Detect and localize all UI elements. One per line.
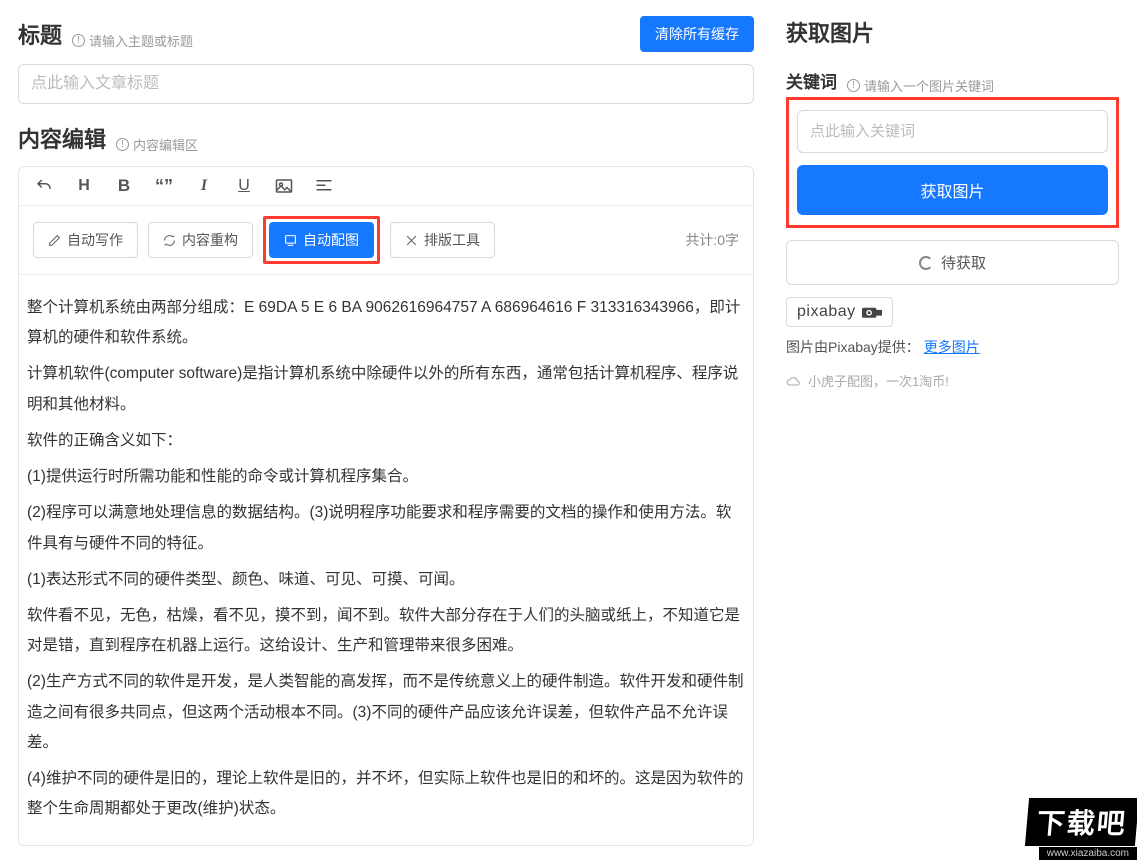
layout-tool-button[interactable]: 排版工具: [390, 222, 495, 258]
keyword-input[interactable]: [797, 110, 1108, 153]
content-paragraph: 软件的正确含义如下：: [27, 426, 745, 456]
restructure-button[interactable]: 内容重构: [148, 222, 253, 258]
editor-wrapper: H B “” I U 自动写作: [18, 166, 754, 846]
content-paragraph: (1)表达形式不同的硬件类型、颜色、味道、可见、可摸、可闻。: [27, 565, 745, 595]
italic-icon[interactable]: I: [195, 177, 213, 195]
info-icon: !: [116, 138, 129, 151]
content-paragraph: 软件看不见，无色，枯燥，看不见，摸不到，闻不到。软件大部分存在于人们的头脑或纸上…: [27, 601, 745, 661]
undo-icon[interactable]: [35, 177, 53, 195]
info-icon: !: [847, 79, 860, 92]
image-sync-icon: [284, 234, 297, 247]
pending-status: 待获取: [786, 240, 1119, 285]
info-icon: !: [72, 34, 85, 47]
heading-icon[interactable]: H: [75, 177, 93, 195]
refresh-icon: [163, 234, 176, 247]
pixabay-badge: pixabay: [786, 297, 893, 327]
left-panel: 标题 ! 请输入主题或标题 清除所有缓存 内容编辑 ! 内容编辑区 H: [0, 0, 770, 860]
content-paragraph: (2)程序可以满意地处理信息的数据结构。(3)说明程序功能要求和程序需要的文档的…: [27, 498, 745, 558]
content-paragraph: (2)生产方式不同的软件是开发，是人类智能的高发挥，而不是传统意义上的硬件制造。…: [27, 667, 745, 758]
fetch-image-title: 获取图片: [786, 16, 1119, 48]
content-paragraph: (1)提供运行时所需功能和性能的命令或计算机程序集合。: [27, 462, 745, 492]
keyword-highlight-box: 获取图片: [786, 97, 1119, 228]
more-images-link[interactable]: 更多图片: [924, 339, 980, 355]
align-left-icon[interactable]: [315, 177, 333, 195]
auto-write-button[interactable]: 自动写作: [33, 222, 138, 258]
action-toolbar: 自动写作 内容重构 自动配图 排版工具: [19, 206, 753, 275]
cloud-icon: [786, 375, 802, 387]
content-label: 内容编辑: [18, 122, 106, 154]
clear-cache-button[interactable]: 清除所有缓存: [640, 16, 754, 52]
provider-text: 图片由Pixabay提供： 更多图片: [786, 337, 1119, 357]
footer-note: 小虎子配图，一次1淘币!: [786, 371, 1119, 390]
content-paragraph: (4)维护不同的硬件是旧的，理论上软件是旧的，并不坏，但实际上软件也是旧的和坏的…: [27, 764, 745, 824]
auto-image-button[interactable]: 自动配图: [269, 222, 374, 258]
content-section-header: 内容编辑 ! 内容编辑区: [18, 122, 754, 154]
spinner-icon: [919, 256, 933, 270]
title-section-header: 标题 ! 请输入主题或标题 清除所有缓存: [18, 16, 754, 52]
auto-image-highlight: 自动配图: [263, 216, 380, 264]
content-paragraph: 计算机软件(computer software)是指计算机系统中除硬件以外的所有…: [27, 359, 745, 419]
editor-content[interactable]: 整个计算机系统由两部分组成：E 69DA 5 E 6 BA 9062616964…: [19, 275, 753, 845]
fetch-image-button[interactable]: 获取图片: [797, 165, 1108, 215]
layout-icon: [405, 234, 418, 247]
format-toolbar: H B “” I U: [19, 167, 753, 206]
right-panel: 获取图片 关键词 ! 请输入一个图片关键词 获取图片 待获取 pixabay 图…: [770, 0, 1137, 860]
underline-icon[interactable]: U: [235, 177, 253, 195]
keyword-label: 关键词: [786, 68, 837, 93]
quote-icon[interactable]: “”: [155, 177, 173, 195]
article-title-input[interactable]: [18, 64, 754, 104]
title-label: 标题: [18, 18, 62, 50]
image-icon[interactable]: [275, 177, 293, 195]
title-hint: ! 请输入主题或标题: [72, 31, 193, 50]
content-paragraph: 整个计算机系统由两部分组成：E 69DA 5 E 6 BA 9062616964…: [27, 293, 745, 353]
word-count: 共计:0字: [685, 230, 739, 250]
content-hint: ! 内容编辑区: [116, 135, 198, 154]
bold-icon[interactable]: B: [115, 177, 133, 195]
keyword-hint: ! 请输入一个图片关键词: [847, 76, 994, 95]
pencil-icon: [48, 234, 61, 247]
camera-icon: [862, 305, 882, 319]
